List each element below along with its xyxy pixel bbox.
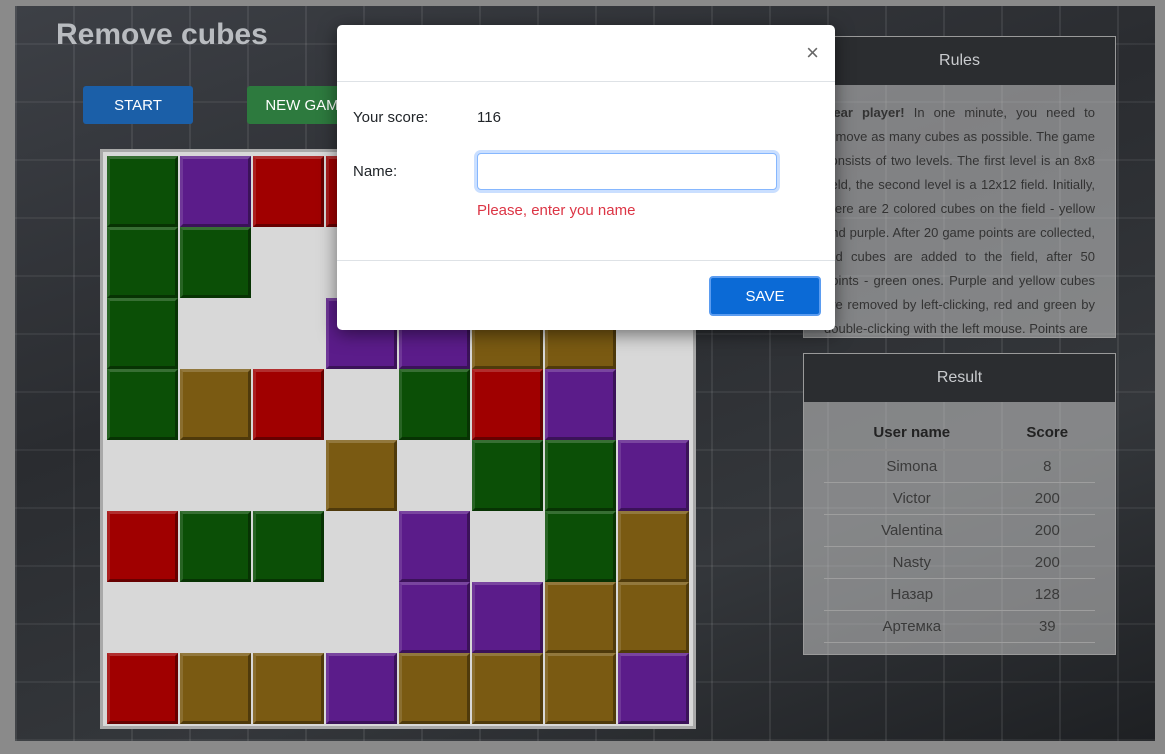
save-button[interactable]: SAVE [709, 276, 821, 316]
name-error: Please, enter you name [477, 202, 636, 219]
score-value: 116 [477, 109, 501, 126]
close-icon[interactable]: × [806, 42, 819, 64]
score-label: Your score: [353, 109, 429, 126]
name-label: Name: [353, 163, 398, 180]
modal-header: × [337, 25, 835, 82]
name-input[interactable] [477, 153, 777, 190]
modal-body: Your score: 116 Name: Please, enter you … [337, 82, 835, 261]
save-score-modal: × Your score: 116 Name: Please, enter yo… [337, 25, 835, 330]
